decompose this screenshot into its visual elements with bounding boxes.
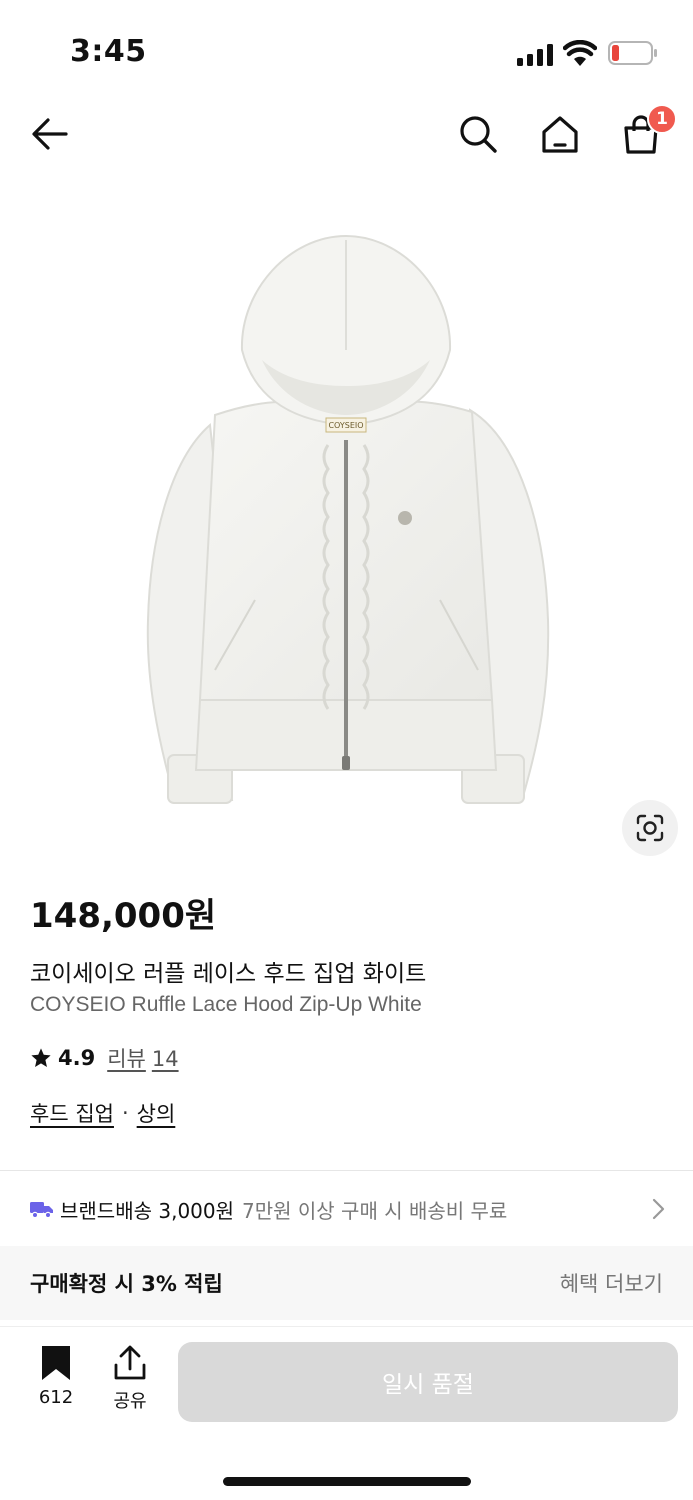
chevron-right-icon (652, 1198, 665, 1220)
review-label: 리뷰 (107, 1047, 146, 1071)
rating-row: 4.9 리뷰 14 (30, 1043, 179, 1073)
battery-low-icon (608, 41, 657, 65)
product-price: 148,000원 (30, 896, 217, 936)
review-link[interactable]: 리뷰 14 (107, 1043, 178, 1073)
product-image[interactable]: COYSEIO (0, 200, 693, 880)
shipping-note: 7만원 이상 구매 시 배송비 무료 (242, 1198, 508, 1223)
wifi-icon (563, 40, 597, 66)
section-divider (0, 1170, 693, 1171)
home-indicator (223, 1477, 471, 1486)
bottom-action-bar: 612 공유 일시 품절 (0, 1326, 693, 1500)
more-benefits-link[interactable]: 혜택 더보기 (560, 1268, 663, 1298)
category-link-tops[interactable]: 상의 (137, 1098, 176, 1128)
camera-scan-icon (636, 814, 664, 842)
product-name-ko: 코이세이오 러플 레이스 후드 집업 화이트 (30, 961, 427, 987)
home-button[interactable] (538, 112, 582, 156)
shipping-label: 브랜드배송 3,000원 (60, 1198, 235, 1223)
top-nav: 1 (0, 100, 693, 170)
bookmark-icon (42, 1346, 70, 1380)
share-button[interactable]: 공유 (104, 1345, 156, 1415)
cart-button[interactable]: 1 (619, 104, 677, 156)
points-label: 구매확정 시 3% 적립 (30, 1272, 223, 1296)
category-link-hood-zipup[interactable]: 후드 집업 (30, 1098, 114, 1128)
back-button[interactable] (28, 112, 72, 156)
bookmark-button[interactable]: 612 (30, 1345, 82, 1415)
shipping-info-row[interactable]: 브랜드배송 3,000원 7만원 이상 구매 시 배송비 무료 (0, 1172, 693, 1246)
bookmark-count: 612 (38, 1387, 74, 1408)
search-button[interactable] (456, 112, 500, 156)
visual-search-button[interactable] (622, 800, 678, 856)
share-label: 공유 (113, 1391, 147, 1412)
home-icon (542, 116, 578, 153)
arrow-left-icon (32, 118, 68, 150)
category-separator: · (121, 1101, 129, 1125)
brand-tag-label: COYSEIO (328, 421, 363, 430)
truck-icon (30, 1202, 53, 1218)
status-time: 3:45 (70, 34, 147, 69)
search-icon (460, 116, 497, 153)
status-bar: 3:45 (0, 0, 693, 100)
review-count: 14 (151, 1047, 179, 1071)
product-name-en: COYSEIO Ruffle Lace Hood Zip-Up White (30, 993, 422, 1016)
star-icon (31, 1048, 51, 1067)
cart-count-badge: 1 (647, 104, 677, 134)
sold-out-button[interactable]: 일시 품절 (178, 1342, 678, 1422)
rating-value: 4.9 (58, 1046, 96, 1070)
share-icon (114, 1345, 146, 1380)
points-benefit-row: 구매확정 시 3% 적립 혜택 더보기 (0, 1246, 693, 1320)
cellular-signal-icon (517, 44, 553, 66)
category-breadcrumb: 후드 집업 · 상의 (30, 1098, 175, 1128)
